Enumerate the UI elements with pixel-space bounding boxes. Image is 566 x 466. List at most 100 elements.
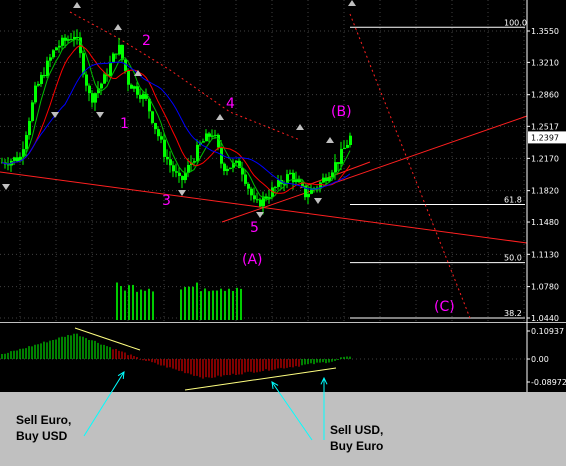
y-tick-label: 1.1480 [531, 218, 559, 227]
candle-body [142, 93, 145, 99]
candle-body [208, 133, 211, 137]
candle-body [49, 57, 52, 61]
fib-label: 38.2 [504, 309, 522, 318]
candle-body [307, 193, 310, 198]
volume-bar [132, 284, 134, 320]
volume-bar [148, 288, 150, 320]
candle-body [259, 199, 262, 207]
candle-body [181, 175, 184, 181]
candle-body [25, 135, 28, 150]
candle-body [43, 74, 46, 77]
candle-body [67, 39, 70, 41]
candle-body [340, 148, 343, 164]
candle-body [223, 163, 226, 172]
volume-bar [212, 290, 214, 320]
candle-body [172, 165, 175, 172]
candle-body [130, 84, 133, 89]
candle-body [55, 47, 58, 51]
candle-body [28, 121, 31, 136]
fib-label: 61.8 [504, 195, 522, 204]
volume-bar [204, 288, 206, 320]
candle-body [265, 196, 268, 199]
volume-bar [124, 290, 126, 320]
candle-body [166, 156, 169, 160]
candle-body [46, 60, 49, 77]
volume-bar [184, 287, 186, 320]
candle-body [13, 157, 16, 161]
candle-body [109, 62, 112, 76]
candle-body [229, 167, 232, 169]
candle-body [343, 147, 346, 149]
volume-bar [200, 291, 202, 320]
candle-body [7, 164, 10, 166]
volume-bar [196, 282, 198, 320]
candle-body [289, 172, 292, 175]
candle-body [157, 129, 160, 137]
volume-bar [232, 290, 234, 320]
candle-body [247, 183, 250, 189]
volume-bar [188, 286, 190, 320]
y-tick-label: 1.0440 [531, 314, 559, 323]
candle-body [211, 135, 214, 137]
wave-label: (B) [331, 104, 352, 120]
candle-body [163, 139, 166, 157]
candle-body [151, 111, 154, 124]
candle-body [139, 94, 142, 99]
candle-body [298, 179, 301, 183]
candle-body [88, 85, 91, 94]
y-tick-label: 1.3550 [531, 27, 559, 36]
y-tick-label: 1.3210 [531, 58, 559, 67]
candle-body [253, 195, 256, 200]
current-price-label: 1.2397 [531, 133, 559, 142]
volume-bar [120, 286, 122, 320]
candle-body [52, 50, 55, 58]
y-tick-label: 1.0780 [531, 283, 559, 292]
wave-label: 5 [250, 220, 259, 236]
candle-body [154, 123, 157, 130]
candle-body [337, 162, 340, 164]
indicator-background [0, 323, 566, 392]
volume-bar [208, 291, 210, 320]
candle-body [175, 171, 178, 173]
candle-body [331, 172, 334, 178]
candle-body [193, 161, 196, 163]
candle-body [16, 157, 19, 162]
volume-bar [192, 286, 194, 320]
wave-label: 2 [142, 33, 151, 49]
candle-body [70, 39, 73, 41]
candle-body [235, 160, 238, 163]
volume-bar [128, 285, 130, 320]
volume-bar [220, 288, 222, 320]
candle-body [118, 44, 121, 55]
volume-bar [216, 290, 218, 320]
candle-body [178, 172, 181, 176]
candle-body [58, 45, 61, 48]
candle-body [121, 44, 124, 60]
fib-label: 50.0 [504, 254, 522, 263]
candle-body [40, 74, 43, 84]
candle-body [100, 83, 103, 89]
candle-body [64, 37, 67, 41]
candle-body [169, 159, 172, 166]
candle-body [256, 199, 259, 201]
candle-body [184, 172, 187, 181]
candle-body [91, 93, 94, 103]
wave-label: 1 [120, 116, 129, 132]
candle-body [115, 53, 118, 55]
candle-body [61, 37, 64, 46]
chart-svg: 100.0 61.8 50.0 38.2 1 2 3 4 5 (A) (B) (C) 0.10937… [0, 0, 566, 441]
volume-bar [180, 289, 182, 320]
candle-body [250, 188, 253, 196]
candle-body [292, 172, 295, 183]
y-tick-label: 1.2860 [531, 91, 559, 100]
y-tick-label: 1.2517 [531, 122, 559, 131]
candle-body [31, 102, 34, 122]
candle-body [226, 168, 229, 172]
wave-label: 4 [226, 96, 235, 112]
candle-body [346, 144, 349, 148]
volume-bar [144, 290, 146, 320]
candle-body [160, 136, 163, 140]
volume-bar [228, 288, 230, 320]
candle-body [277, 180, 280, 187]
candle-body [85, 74, 88, 86]
